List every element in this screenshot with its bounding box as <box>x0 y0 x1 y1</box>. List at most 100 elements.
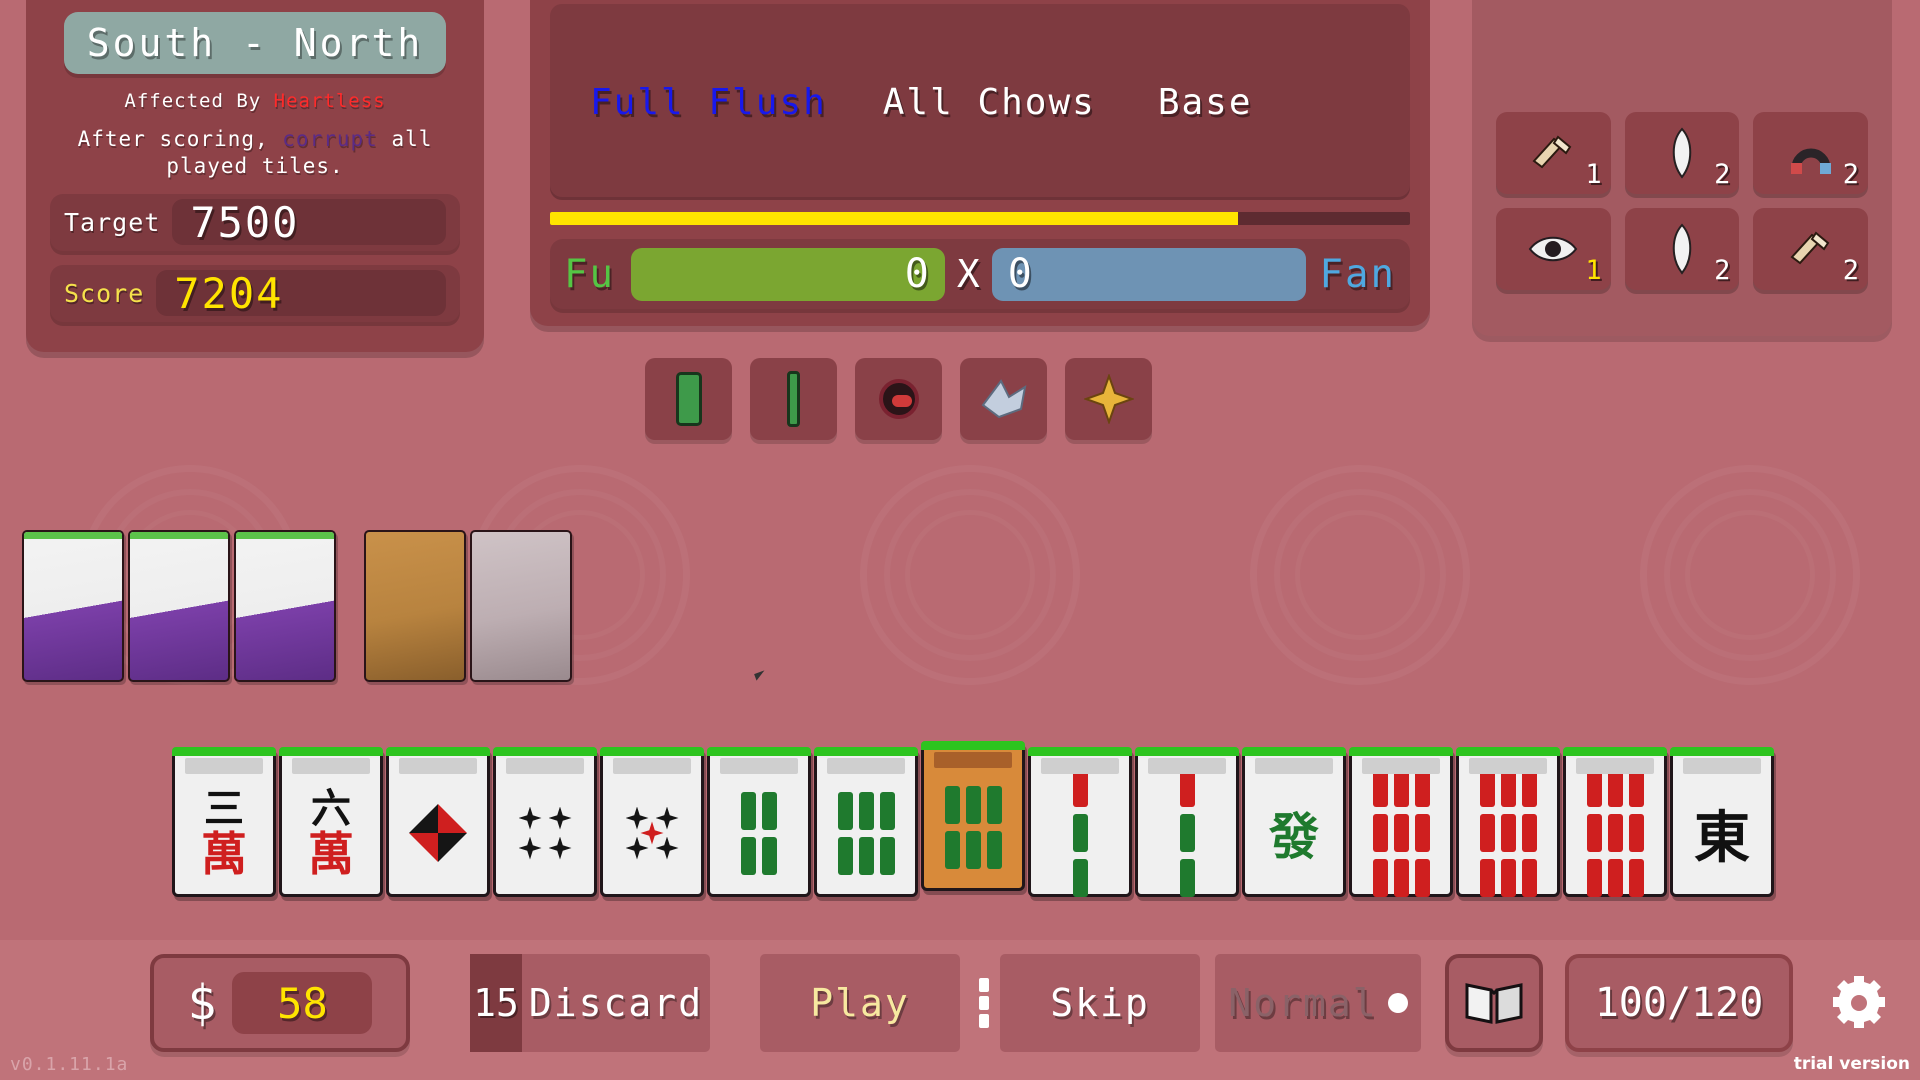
played-tile-bamboo[interactable] <box>645 358 732 440</box>
played-tile-bird[interactable] <box>960 358 1047 440</box>
play-label: Play <box>810 981 910 1025</box>
played-tile-gold-star[interactable] <box>1065 358 1152 440</box>
round-title: South - North <box>86 21 424 65</box>
score-label: Score <box>64 278 145 308</box>
hand-tile-1-bamboo-red-b[interactable] <box>1135 747 1239 897</box>
corrupted-tile[interactable] <box>128 530 230 682</box>
hand-tile-green-dragon[interactable]: 發 <box>1242 747 1346 897</box>
gear-icon <box>1833 976 1885 1028</box>
hand-tile-6-bamboo[interactable] <box>814 747 918 897</box>
item-feather-1[interactable]: 2 <box>1624 112 1740 194</box>
items-grid: 1 2 2 1 2 2 <box>1496 112 1868 290</box>
deck-counter[interactable]: 100/120 <box>1565 954 1793 1052</box>
drag-handle[interactable] <box>965 954 1003 1052</box>
items-panel: 1 2 2 1 2 2 <box>1472 0 1892 336</box>
round-title-banner: South - North <box>64 12 446 74</box>
money-display[interactable]: $ 58 <box>150 954 410 1052</box>
affected-by-line: Affected By Heartless <box>50 90 460 112</box>
corrupted-tile[interactable] <box>234 530 336 682</box>
score-row: Score 7204 <box>50 264 460 322</box>
bamboo-group <box>1479 769 1537 897</box>
handle-dot <box>979 1014 989 1028</box>
item-count: 1 <box>1585 255 1602 286</box>
discard-label-wrap: Discard <box>522 981 710 1025</box>
version-label: v0.1.11.1a <box>10 1054 129 1075</box>
magnet-icon <box>1790 148 1831 174</box>
discard-button[interactable]: 15 Discard <box>470 954 710 1052</box>
grey-tile[interactable] <box>470 530 572 682</box>
dollar-icon: $ <box>187 975 217 1031</box>
target-pill: 7500 <box>172 197 446 247</box>
target-value: 7500 <box>190 197 300 247</box>
hand-tile-6-characters[interactable]: 六 萬 <box>279 747 383 897</box>
book-icon <box>1465 983 1523 1024</box>
effect-text-pre: After scoring, <box>77 127 283 151</box>
mode-toggle[interactable]: Normal <box>1215 954 1421 1052</box>
multiply-symbol: X <box>956 252 980 296</box>
tile-suit: 萬 <box>308 827 354 881</box>
tile-number: 六 <box>311 786 351 832</box>
item-scroll-brush-2[interactable]: 2 <box>1753 208 1868 290</box>
hand-tile-5-dots[interactable] <box>600 747 704 897</box>
item-feather-2[interactable]: 2 <box>1624 208 1740 290</box>
hand-tile-4-dots[interactable] <box>493 747 597 897</box>
tile-character: 東 <box>1694 805 1750 871</box>
round-effect-description: After scoring, corrupt all played tiles. <box>50 126 460 180</box>
target-row: Target 7500 <box>50 193 460 251</box>
mode-indicator-dot <box>1387 993 1408 1013</box>
hand-tile-6-bamboo-selected[interactable] <box>921 741 1025 891</box>
yaku-all-chows: All Chows <box>882 81 1096 123</box>
fu-value: 0 <box>904 251 929 297</box>
bamboo-group <box>1586 769 1644 897</box>
fu-fan-row: Fu 0 X 0 Fan <box>550 239 1410 309</box>
bamboo-group <box>944 785 1002 869</box>
star-icon <box>1083 374 1134 424</box>
bamboo-group <box>837 791 895 875</box>
mode-label: Normal <box>1228 981 1378 1025</box>
hand-tile-1-bamboo-red-a[interactable] <box>1028 747 1132 897</box>
hand-tile-3-characters[interactable]: 三 萬 <box>172 747 276 897</box>
bottom-toolbar: $ 58 15 Discard Play Skip Normal 100/120 <box>0 940 1920 1080</box>
scroll-brush-icon <box>1790 231 1829 265</box>
bamboo-group <box>1372 769 1430 897</box>
hand-tiles: 三 萬 六 萬 發 東 <box>172 741 1774 897</box>
item-count: 2 <box>1714 159 1731 190</box>
hand-bar: 三 萬 六 萬 發 東 <box>0 725 1920 940</box>
item-count: 2 <box>1714 255 1731 286</box>
bamboo-group <box>1072 769 1088 897</box>
yaku-base: Base <box>1157 81 1253 123</box>
played-tiles-row <box>645 358 1152 440</box>
corrupted-tile[interactable] <box>22 530 124 682</box>
money-value: 58 <box>277 978 328 1028</box>
hand-tile-9-bamboo-a[interactable] <box>1349 747 1453 897</box>
played-tile-red-dragon[interactable] <box>855 358 942 440</box>
item-eye-1[interactable]: 1 <box>1496 208 1611 290</box>
hand-tile-9-bamboo-b[interactable] <box>1456 747 1560 897</box>
score-value: 7204 <box>174 268 284 318</box>
skip-button[interactable]: Skip <box>1000 954 1200 1052</box>
dots-group <box>518 806 572 860</box>
played-tile-bamboo-stick[interactable] <box>750 358 837 440</box>
item-count: 2 <box>1842 255 1859 286</box>
item-scroll-brush-1[interactable]: 1 <box>1496 112 1611 194</box>
settings-button[interactable] <box>1820 954 1898 1052</box>
hand-tile-east-wind[interactable]: 東 <box>1670 747 1774 897</box>
corrupted-tiles-area <box>22 530 576 682</box>
scoring-panel: Full Flush All Chows Base Fu 0 X 0 Fan <box>530 0 1430 326</box>
feather-icon <box>1672 127 1692 179</box>
hand-tile-red-dragon-pinwheel[interactable] <box>386 747 490 897</box>
rulebook-button[interactable] <box>1445 954 1543 1052</box>
tile-suit: 萬 <box>201 827 247 881</box>
item-magnet-1[interactable]: 2 <box>1753 112 1868 194</box>
play-button[interactable]: Play <box>760 954 960 1052</box>
hand-tile-4-bamboo[interactable] <box>707 747 811 897</box>
gold-tile[interactable] <box>364 530 466 682</box>
fan-bar: 0 <box>991 247 1306 301</box>
feather-icon <box>1672 223 1692 275</box>
item-count: 1 <box>1585 159 1602 190</box>
trial-watermark: trial version <box>1793 1054 1910 1074</box>
hand-tile-9-bamboo-c[interactable] <box>1563 747 1667 897</box>
round-info-panel: South - North Affected By Heartless Afte… <box>26 0 484 352</box>
bamboo-group <box>1179 769 1195 897</box>
score-progress-track <box>550 212 1410 225</box>
